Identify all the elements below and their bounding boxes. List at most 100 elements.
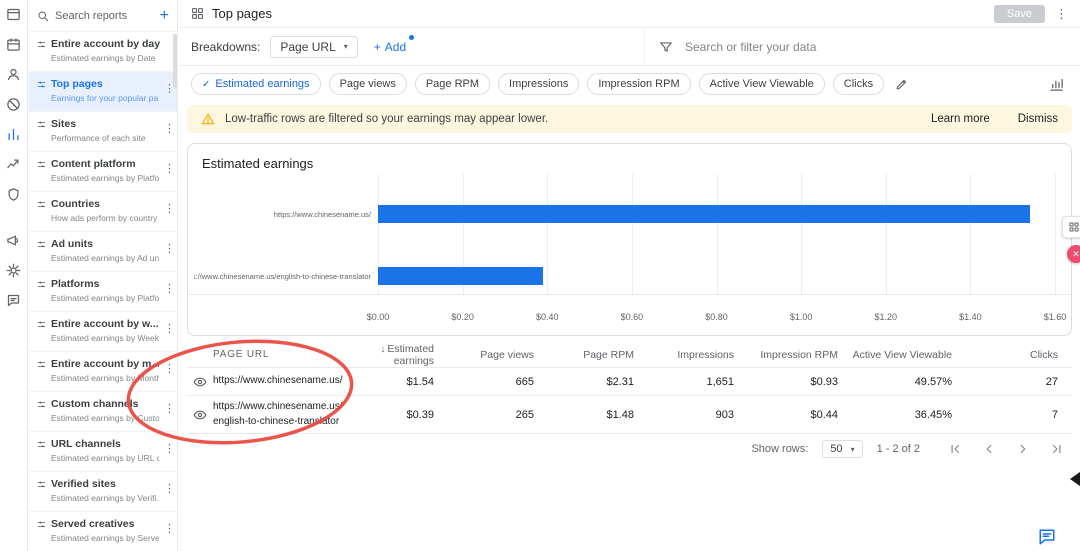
- sidebar-item-custom-channels[interactable]: Custom channels Estimated earnings by Cu…: [29, 392, 177, 432]
- pagination-range: 1 - 2 of 2: [877, 443, 920, 455]
- sidebar-item-sites[interactable]: Sites Performance of each site ⋮: [29, 112, 177, 152]
- previous-page-button[interactable]: [982, 442, 996, 456]
- audience-icon[interactable]: [6, 67, 21, 82]
- table-row[interactable]: https://www.chinesename.us/english-to-ch…: [187, 396, 1072, 434]
- column-header-page-url[interactable]: PAGE URL: [187, 349, 347, 360]
- feedback-button[interactable]: [1038, 528, 1056, 546]
- sidebar-item-ad-units[interactable]: Ad units Estimated earnings by Ad unit ⋮: [29, 232, 177, 272]
- metric-chip-page-rpm[interactable]: Page RPM: [415, 73, 490, 95]
- more-options-icon[interactable]: ⋮: [164, 242, 174, 255]
- more-options-icon[interactable]: ⋮: [164, 282, 174, 295]
- metric-chip-impressions[interactable]: Impressions: [498, 73, 579, 95]
- preview-eye-icon[interactable]: [193, 375, 207, 389]
- sidebar-item-countries[interactable]: Countries How ads perform by country ⋮: [29, 192, 177, 232]
- blocking-controls-icon[interactable]: [6, 97, 21, 112]
- save-button[interactable]: Save: [994, 5, 1045, 23]
- sidebar-item-url-channels[interactable]: URL channels Estimated earnings by URL c…: [29, 432, 177, 472]
- data-filter-input[interactable]: [685, 40, 1005, 54]
- more-options-icon[interactable]: ⋮: [164, 482, 174, 495]
- toggle-chart-icon[interactable]: [1049, 77, 1064, 92]
- report-title: Ad units: [51, 238, 159, 250]
- settings-icon[interactable]: [6, 263, 21, 278]
- sidebar-scrollbar[interactable]: [173, 34, 177, 88]
- metric-value: 903: [642, 409, 742, 421]
- next-page-button[interactable]: [1016, 442, 1030, 456]
- last-page-button[interactable]: [1050, 442, 1064, 456]
- report-subtitle: Estimated earnings by URL c...: [51, 453, 159, 463]
- breakdown-dimension-chip[interactable]: Page URL ▾: [270, 36, 357, 58]
- metric-chip-estimated-earnings[interactable]: ✓Estimated earnings: [191, 73, 321, 95]
- gridline: [632, 174, 633, 295]
- column-header-clicks[interactable]: Clicks: [960, 349, 1072, 361]
- more-options-icon[interactable]: ⋮: [164, 162, 174, 175]
- more-options-icon[interactable]: ⋮: [164, 122, 174, 135]
- chart-bar[interactable]: [378, 267, 543, 285]
- search-reports-input[interactable]: [55, 10, 143, 22]
- metric-chip-impression-rpm[interactable]: Impression RPM: [587, 73, 690, 95]
- sidebar-item-entire-account-by-w[interactable]: Entire account by w... Estimated earning…: [29, 312, 177, 352]
- gridline: [801, 174, 802, 295]
- report-icon: [37, 360, 46, 369]
- more-options-icon[interactable]: ⋮: [164, 402, 174, 415]
- more-options-icon[interactable]: ⋮: [164, 202, 174, 215]
- x-tick-label: $1.20: [874, 312, 897, 322]
- column-header-estimated-earnings[interactable]: ↓Estimated earnings: [347, 343, 442, 367]
- sidebar-item-platforms[interactable]: Platforms Estimated earnings by Platfo..…: [29, 272, 177, 312]
- sidebar-item-top-pages[interactable]: Top pages Earnings for your popular pa..…: [29, 72, 177, 112]
- optimization-icon[interactable]: [6, 157, 21, 172]
- more-options-icon[interactable]: ⋮: [164, 522, 174, 535]
- feedback-rail-icon[interactable]: [6, 293, 21, 308]
- new-report-button[interactable]: +: [160, 8, 169, 24]
- chart-x-axis-labels: $0.00$0.20$0.40$0.60$0.80$1.00$1.20$1.40…: [378, 312, 1055, 323]
- report-icon: [37, 80, 46, 89]
- metric-chip-active-view-viewable[interactable]: Active View Viewable: [699, 73, 825, 95]
- calendar-icon[interactable]: [6, 37, 21, 52]
- dismiss-link[interactable]: Dismiss: [1018, 113, 1058, 125]
- preview-eye-icon[interactable]: [193, 408, 207, 422]
- x-tick-label: $0.00: [367, 312, 390, 322]
- edit-metrics-icon[interactable]: [895, 78, 908, 91]
- table-row[interactable]: https://www.chinesename.us/ $1.54665$2.3…: [187, 368, 1072, 396]
- report-list: Entire account by day Estimated earnings…: [29, 32, 177, 551]
- more-options-icon[interactable]: ⋮: [164, 362, 174, 375]
- reports-icon[interactable]: [6, 127, 21, 142]
- breakdowns-bar: Breakdowns: Page URL ▾ + Add: [179, 28, 1080, 66]
- learn-more-link[interactable]: Learn more: [931, 113, 990, 125]
- column-header-impression-rpm[interactable]: Impression RPM: [742, 349, 846, 361]
- rows-per-page-select[interactable]: 50 ▾: [822, 440, 862, 458]
- column-header-page-views[interactable]: Page views: [442, 349, 542, 361]
- sidebar-item-served-creatives[interactable]: Served creatives Estimated earnings by S…: [29, 512, 177, 551]
- metric-value: $2.31: [542, 376, 642, 388]
- x-tick-label: $1.60: [1044, 312, 1067, 322]
- page-url: https://www.chinesename.us/english-to-ch…: [213, 400, 343, 429]
- brand-safety-icon[interactable]: [6, 187, 21, 202]
- metric-chip-page-views[interactable]: Page views: [329, 73, 407, 95]
- report-title: Served creatives: [51, 518, 159, 530]
- report-title: Entire account by m...: [51, 358, 159, 370]
- add-breakdown-button[interactable]: + Add: [374, 40, 406, 54]
- ads-icon[interactable]: [6, 233, 21, 248]
- sidebar-search: +: [29, 0, 177, 32]
- sidebar-item-entire-account-by-m[interactable]: Entire account by m... Estimated earning…: [29, 352, 177, 392]
- column-header-impressions[interactable]: Impressions: [642, 349, 742, 361]
- header-more-options-icon[interactable]: ⋮: [1053, 7, 1070, 20]
- sidebar-item-verified-sites[interactable]: Verified sites Estimated earnings by Ver…: [29, 472, 177, 512]
- close-sticker-button[interactable]: ✕: [1067, 245, 1080, 263]
- column-header-active-view-viewable[interactable]: Active View Viewable: [846, 349, 960, 361]
- first-page-button[interactable]: [948, 442, 962, 456]
- filter-section: [644, 28, 1080, 65]
- window-icon[interactable]: [6, 7, 21, 22]
- metric-chips: ✓Estimated earnings Page views Page RPM Imp…: [191, 73, 884, 95]
- collapse-panel-arrow-icon[interactable]: [1070, 472, 1080, 486]
- column-header-page-rpm[interactable]: Page RPM: [542, 349, 642, 361]
- chart-bar[interactable]: [378, 205, 1030, 223]
- metric-value: 36.45%: [846, 409, 960, 421]
- extension-side-panel[interactable]: [1062, 216, 1080, 238]
- chart-title: Estimated earnings: [202, 156, 313, 171]
- more-options-icon[interactable]: ⋮: [164, 442, 174, 455]
- sidebar-item-entire-account-by-day[interactable]: Entire account by day Estimated earnings…: [29, 32, 177, 72]
- sidebar-item-content-platform[interactable]: Content platform Estimated earnings by P…: [29, 152, 177, 192]
- gridline: [1055, 174, 1056, 295]
- more-options-icon[interactable]: ⋮: [164, 322, 174, 335]
- metric-chip-clicks[interactable]: Clicks: [833, 73, 884, 95]
